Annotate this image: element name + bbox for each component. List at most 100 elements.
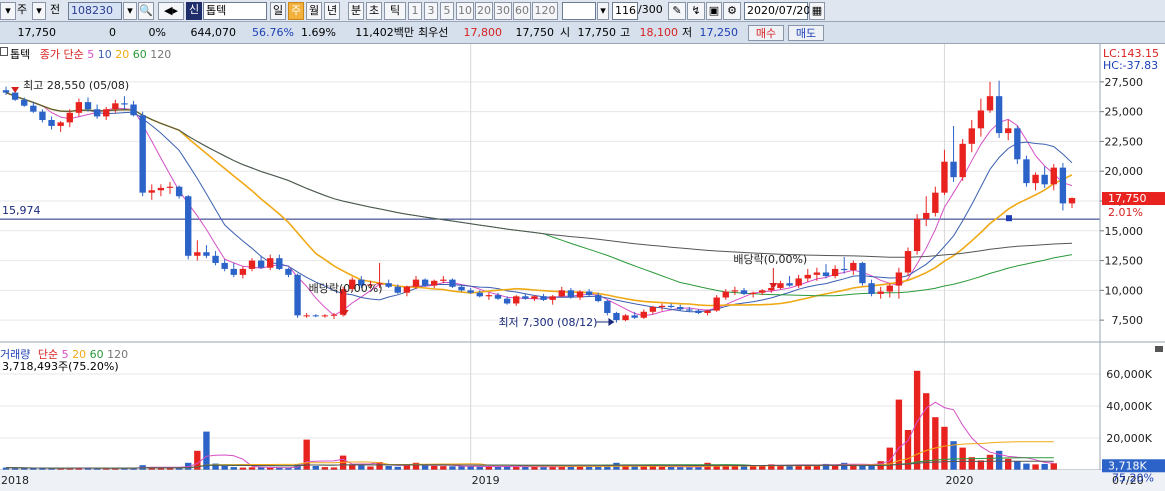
candle-body (48, 119, 55, 126)
price-tick-label: 15,000 (1105, 225, 1144, 238)
candle-body (841, 268, 848, 271)
candle-body (1023, 159, 1030, 184)
stock-chart[interactable]: 27,50025,00022,50020,00017,50015,00012,5… (0, 0, 1165, 491)
candle-body (230, 268, 237, 275)
legend-ma120: 120 (150, 48, 172, 61)
price-legend: 톱텍 종가 단순 5 10 20 60 120 (10, 46, 171, 62)
dividend-annotation-1: 배당락(0,00%) (309, 282, 383, 295)
candle-body (57, 122, 64, 126)
volume-bar (585, 466, 593, 470)
price-tick-label: 12,500 (1105, 255, 1144, 268)
candle-body (731, 290, 739, 292)
candle-body (1032, 174, 1039, 184)
candle-body (686, 309, 693, 311)
volume-bar (1005, 458, 1012, 470)
candle-body (39, 111, 46, 120)
volume-bar (1032, 464, 1039, 470)
candle-body (1050, 167, 1057, 185)
candle-body (494, 295, 502, 299)
candle-body (913, 218, 921, 252)
price-tick-label: 25,000 (1105, 106, 1144, 119)
volume-panel-toggle-icon (1155, 346, 1163, 352)
candle-body (886, 285, 893, 292)
candle-body (412, 279, 420, 287)
candle-body (449, 279, 456, 287)
volume-bar (1050, 463, 1057, 470)
candle-body (476, 292, 483, 297)
candle-body (312, 315, 319, 317)
candle-body (513, 296, 520, 304)
candle-body (540, 296, 547, 300)
candle-body (93, 109, 101, 117)
candle-body (895, 272, 903, 286)
x-tick-label: 2020 (945, 474, 973, 487)
candle-body (941, 161, 948, 193)
volume-bar (731, 466, 739, 470)
candle-body (649, 307, 657, 312)
candle-body (549, 296, 556, 300)
candle-body (485, 295, 493, 297)
panel-toggle-icon[interactable] (0, 47, 8, 56)
volume-bar (631, 466, 638, 470)
candle-body (713, 297, 720, 311)
candle-body (831, 268, 839, 277)
volume-tick-label: 40,000K (1106, 400, 1152, 413)
volume-bar (941, 426, 948, 470)
volume-bar (403, 465, 411, 470)
candle-body (148, 190, 155, 193)
price-tick-label: 7,500 (1112, 314, 1144, 327)
volume-bar (576, 466, 584, 470)
volume-bar (859, 465, 866, 470)
candle-body (1005, 128, 1012, 134)
volume-bar (1023, 463, 1030, 470)
candle-body (695, 310, 702, 313)
candle-body (394, 286, 401, 293)
candle-body (2, 90, 10, 93)
volume-bar (494, 466, 502, 470)
high-annotation: 최고 28,550 (05/08) (23, 79, 129, 92)
candle-body (531, 296, 538, 299)
candle-body (139, 115, 146, 193)
candle-body (804, 274, 811, 279)
volume-bar (923, 393, 930, 470)
candle-body (1041, 174, 1048, 185)
legend-ma10: 10 (97, 48, 112, 61)
price-tick-label: 20,000 (1105, 165, 1144, 178)
candle-body (576, 291, 584, 298)
candle-body (595, 295, 602, 302)
candle-body (458, 286, 465, 291)
candle-body (103, 109, 110, 117)
candle-body (677, 307, 684, 310)
candle-body (613, 312, 620, 321)
candle-body (522, 296, 529, 299)
candle-body (285, 268, 292, 275)
candle-body (267, 258, 274, 268)
candle-body (21, 99, 28, 106)
candle-body (303, 315, 310, 317)
candle-body (440, 279, 447, 281)
candle-body (431, 280, 438, 286)
candle-body (157, 187, 165, 191)
reference-line-label: 15,974 (2, 204, 41, 217)
candle-body (203, 252, 210, 256)
low-annotation: 최저 7,300 (08/12) (498, 316, 597, 329)
candle-body (986, 96, 994, 111)
volume-current-label: 3,718,493주(75.20%) (2, 360, 119, 373)
legend-price: 종가 (39, 48, 60, 61)
candle-body (385, 283, 392, 287)
volume-bar (203, 431, 210, 470)
candle-body (631, 315, 638, 318)
candle-body (66, 112, 73, 123)
candle-body (786, 283, 793, 286)
candle-body (585, 291, 593, 296)
volume-bar (421, 465, 429, 470)
volume-bar (886, 447, 893, 470)
price-tick-label: 22,500 (1105, 135, 1144, 148)
candle-body (850, 262, 857, 271)
candle-body (421, 279, 429, 286)
dividend-annotation-2: 배당락(0,00%) (733, 253, 807, 266)
candle-body (257, 260, 265, 268)
candle-body (276, 258, 283, 269)
candle-body (248, 260, 256, 269)
candle-body (130, 104, 137, 116)
